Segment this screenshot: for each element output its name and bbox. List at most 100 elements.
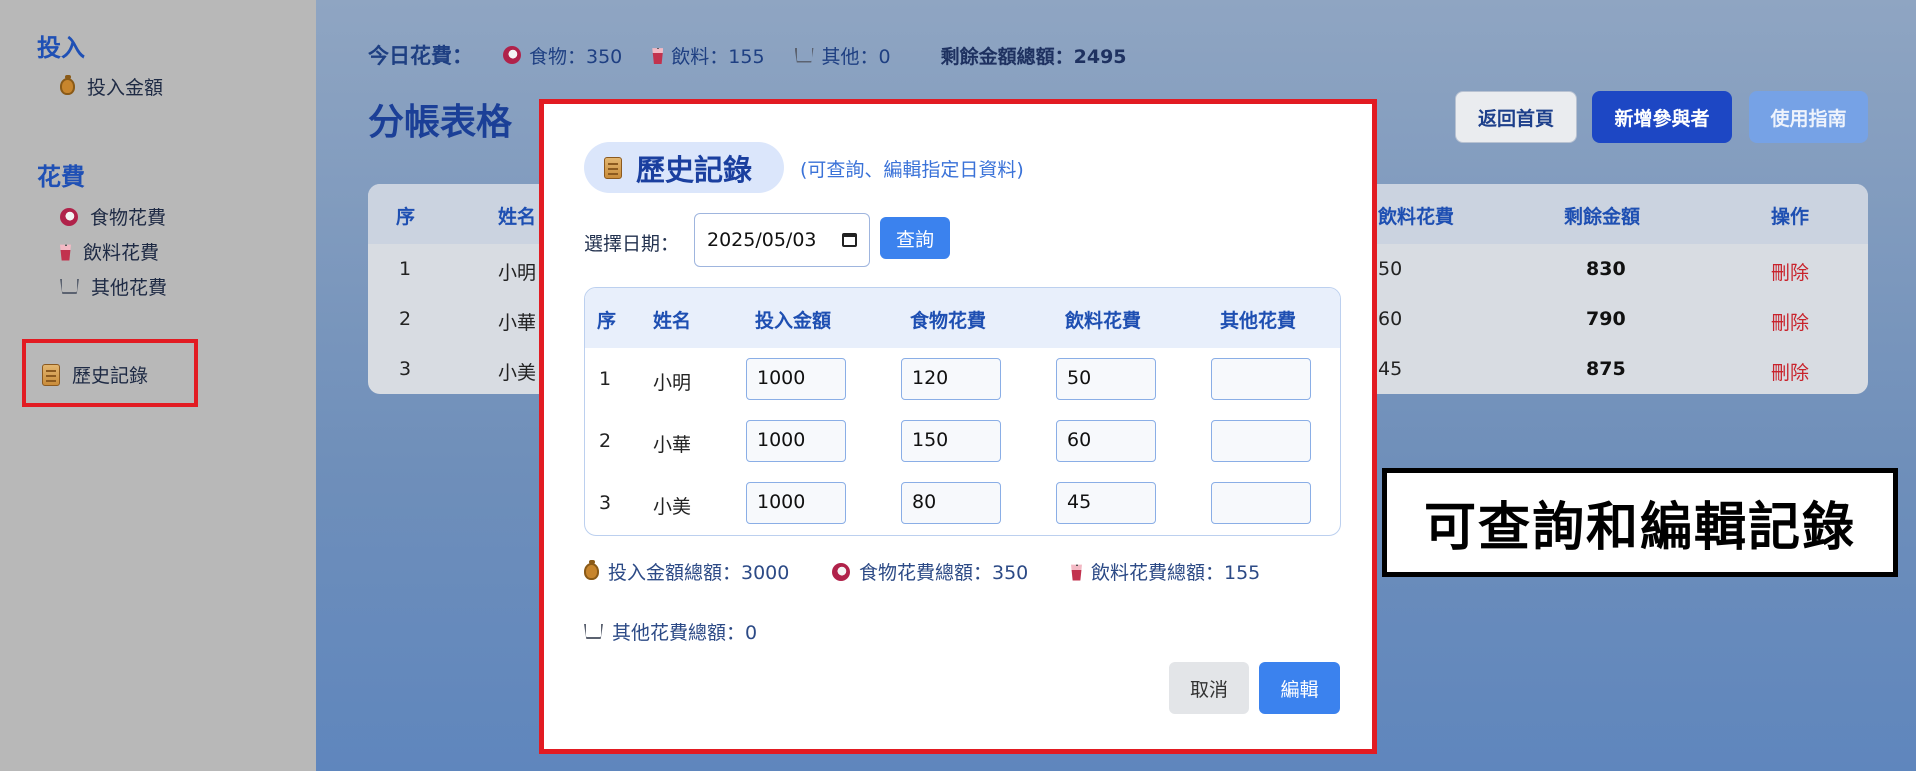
money-bag-icon: [60, 75, 75, 95]
drink-input[interactable]: 45: [1056, 482, 1156, 524]
table-row-name: 小美: [653, 496, 692, 518]
calendar-icon[interactable]: [842, 233, 857, 247]
drink-icon: [1071, 564, 1082, 581]
header-drink: 飲料花費: [1065, 310, 1142, 332]
other-input[interactable]: [1211, 358, 1311, 400]
table-row-name: 小明: [498, 262, 537, 284]
cart-icon: [794, 47, 814, 63]
total-other: 其他花費總額：0: [584, 618, 757, 645]
food-icon: [503, 46, 521, 64]
table-row-seq: 3: [599, 492, 612, 514]
invest-input[interactable]: 1000: [746, 358, 846, 400]
header-food: 食物花費: [910, 310, 987, 332]
delete-button[interactable]: 刪除: [1771, 308, 1809, 335]
today-other: 其他：0: [794, 42, 891, 69]
header-action: 操作: [1771, 206, 1810, 228]
food-icon: [832, 562, 850, 581]
food-input[interactable]: 80: [901, 482, 1001, 524]
table-row-drink: 60: [1378, 308, 1403, 330]
other-input[interactable]: [1211, 482, 1311, 524]
total-food: 食物花費總額：350: [832, 558, 1028, 585]
table-row-seq: 2: [399, 308, 412, 330]
date-label: 選擇日期：: [584, 233, 680, 255]
drink-icon: [60, 244, 71, 261]
other-input[interactable]: [1211, 420, 1311, 462]
total-invest-value: 投入金額總額：3000: [608, 562, 790, 584]
total-drink: 飲料花費總額：155: [1071, 558, 1260, 585]
today-summary: 今日花費： 食物：350 飲料：155 其他：0 剩餘金額總額：2495: [368, 40, 1127, 70]
table-row-remaining: 875: [1586, 358, 1626, 380]
delete-button[interactable]: 刪除: [1771, 358, 1809, 385]
total-food-value: 食物花費總額：350: [859, 562, 1029, 584]
home-button[interactable]: 返回首頁: [1455, 91, 1577, 143]
today-other-value: 其他：0: [821, 45, 891, 68]
table-row-seq: 1: [599, 368, 612, 390]
remaining-total: 剩餘金額總額：2495: [940, 45, 1127, 68]
sidebar-item-label: 投入金額: [87, 77, 164, 99]
drink-input[interactable]: 50: [1056, 358, 1156, 400]
date-value: 2025/05/03: [707, 229, 817, 251]
sidebar-item-invest-amount[interactable]: 投入金額: [60, 73, 163, 100]
history-highlight-box: [22, 339, 198, 407]
sidebar-item-other[interactable]: 其他花費: [60, 273, 167, 300]
today-drink-value: 飲料：155: [671, 45, 765, 68]
callout-label: 可查詢和編輯記錄: [1382, 468, 1898, 577]
cancel-button[interactable]: 取消: [1169, 662, 1249, 714]
header-name: 姓名: [653, 310, 692, 332]
table-row-name: 小美: [498, 362, 537, 384]
food-input[interactable]: 120: [901, 358, 1001, 400]
sidebar-item-label: 飲料花費: [83, 242, 160, 264]
table-row-name: 小明: [653, 372, 692, 394]
table-row-seq: 1: [399, 258, 412, 280]
invest-input[interactable]: 1000: [746, 420, 846, 462]
food-icon: [60, 207, 78, 226]
modal-title: 歷史記錄: [636, 152, 753, 187]
money-bag-icon: [584, 560, 599, 580]
today-food-value: 食物：350: [529, 45, 623, 68]
modal-title-badge: 歷史記錄: [584, 142, 784, 193]
edit-button[interactable]: 編輯: [1259, 662, 1340, 714]
sidebar-item-label: 其他花費: [91, 277, 168, 299]
sidebar-section-expense: 花費: [37, 163, 85, 191]
total-invest: 投入金額總額：3000: [584, 558, 789, 585]
history-table: 序 姓名 投入金額 食物花費 飲料花費 其他花費 1 小明 1000 120 5…: [584, 287, 1341, 536]
header-invest: 投入金額: [755, 310, 832, 332]
header-other: 其他花費: [1220, 310, 1297, 332]
total-drink-value: 飲料花費總額：155: [1091, 562, 1261, 584]
modal-subtitle: (可查詢、編輯指定日資料): [800, 159, 1024, 181]
header-remaining: 剩餘金額: [1564, 206, 1641, 228]
table-row-remaining: 830: [1586, 258, 1626, 280]
sidebar-item-label: 食物花費: [90, 207, 167, 229]
query-button[interactable]: 查詢: [880, 217, 950, 259]
total-other-value: 其他花費總額：0: [612, 622, 758, 644]
header-name: 姓名: [498, 206, 537, 228]
table-row-remaining: 790: [1586, 308, 1626, 330]
table-row-seq: 3: [399, 358, 412, 380]
scroll-icon: [604, 156, 622, 179]
table-row-seq: 2: [599, 430, 612, 452]
header-seq: 序: [396, 206, 416, 228]
table-row-name: 小華: [498, 312, 537, 334]
delete-button[interactable]: 刪除: [1771, 258, 1809, 285]
table-row-drink: 45: [1378, 358, 1403, 380]
guide-button[interactable]: 使用指南: [1749, 91, 1868, 143]
sidebar-item-drink[interactable]: 飲料花費: [60, 238, 159, 265]
table-header: 序 姓名 投入金額 食物花費 飲料花費 其他花費: [585, 288, 1340, 348]
cart-icon: [60, 279, 79, 294]
header-drink: 飲料花費: [1378, 206, 1455, 228]
food-input[interactable]: 150: [901, 420, 1001, 462]
today-label: 今日花費：: [368, 44, 473, 68]
date-input[interactable]: 2025/05/03: [694, 213, 870, 267]
today-food: 食物：350: [503, 42, 622, 69]
table-row-drink: 50: [1378, 258, 1403, 280]
header-seq: 序: [597, 310, 617, 332]
table-row-name: 小華: [653, 434, 692, 456]
drink-input[interactable]: 60: [1056, 420, 1156, 462]
sidebar-section-invest: 投入: [37, 34, 85, 62]
sidebar-item-food[interactable]: 食物花費: [60, 203, 166, 230]
add-participant-button[interactable]: 新增參與者: [1592, 91, 1732, 143]
cart-icon: [584, 624, 603, 639]
sidebar: 投入 投入金額 花費 食物花費 飲料花費 其他花費 歷史記錄: [0, 0, 316, 771]
invest-input[interactable]: 1000: [746, 482, 846, 524]
drink-icon: [652, 48, 664, 64]
